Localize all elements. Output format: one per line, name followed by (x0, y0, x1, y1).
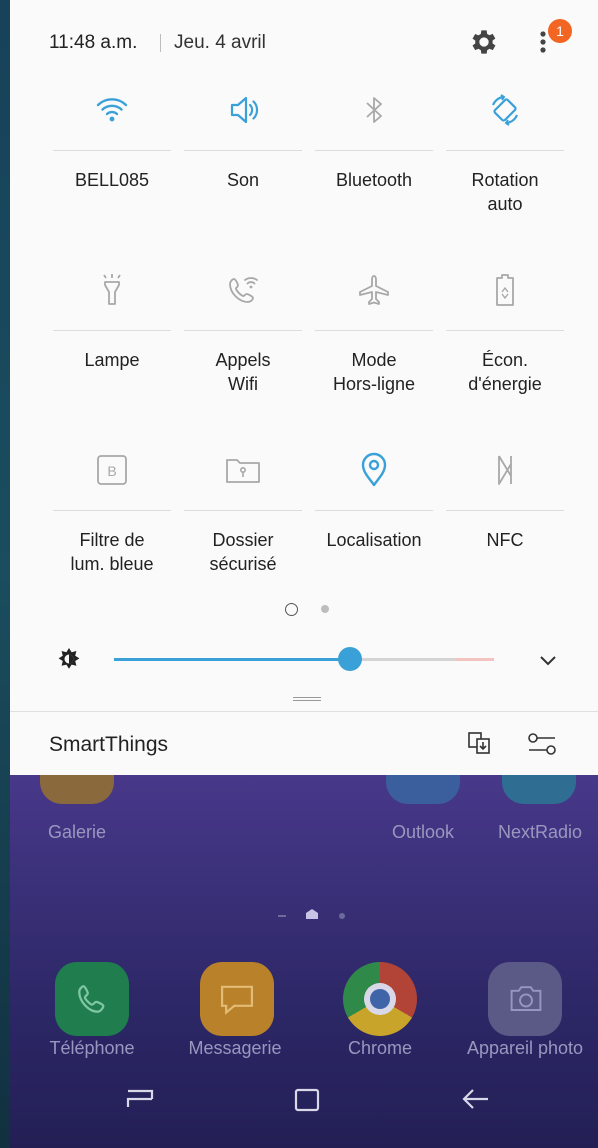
app-label: Galerie (47, 822, 107, 842)
secure-folder-icon (226, 459, 260, 483)
row3-divider-nfc (446, 510, 564, 511)
tile-power-saving[interactable]: Écon. d'énergie (444, 270, 566, 450)
tile-label: Localisation (326, 530, 422, 550)
tile-label: Rotation auto (471, 170, 539, 214)
brightness-icon (58, 648, 80, 669)
home-page-indicator (278, 909, 345, 919)
back-button[interactable] (462, 1089, 488, 1109)
flashlight-icon (103, 274, 121, 305)
app-appareil-photo[interactable]: Appareil photo (450, 962, 598, 1072)
app-label: NextRadio (497, 822, 583, 842)
wifi-icon (96, 98, 128, 122)
tile-divider (446, 150, 564, 151)
navigation-bar (126, 1088, 488, 1112)
screen-edge (0, 0, 10, 1148)
message-glyph-icon (220, 985, 254, 1015)
recents-button[interactable] (126, 1089, 154, 1107)
tile-wifi-calling[interactable]: Appels Wifi (182, 270, 304, 450)
smartthings-label[interactable]: SmartThings (49, 733, 168, 757)
tile-label: Dossier sécurisé (209, 530, 277, 574)
app-nextradio[interactable]: NextRadio (465, 760, 598, 860)
app-label: Messagerie (188, 1038, 282, 1058)
location-icon (361, 452, 387, 487)
brightness-slider[interactable] (114, 647, 494, 671)
tile-airplane-mode[interactable]: Mode Hors-ligne (313, 270, 435, 450)
airplane-icon (359, 275, 389, 305)
app-messagerie[interactable]: Messagerie (160, 962, 310, 1072)
app-label: Appareil photo (466, 1038, 584, 1058)
tile-label: Appels Wifi (215, 350, 271, 394)
gear-icon[interactable] (468, 26, 500, 58)
chevron-down-icon[interactable] (536, 648, 560, 672)
phone-glyph-icon (78, 985, 105, 1013)
panel-header: 11:48 a.m. Jeu. 4 avril 1 (10, 19, 598, 62)
panel-page-indicator[interactable] (10, 598, 598, 618)
tile-auto-rotate[interactable]: Rotation auto (444, 90, 566, 270)
tile-divider (184, 330, 302, 331)
home-button[interactable] (294, 1088, 320, 1112)
tile-divider (184, 510, 302, 511)
slider-fill (114, 658, 350, 661)
tile-divider (315, 330, 433, 331)
drag-handle[interactable] (293, 697, 321, 701)
tile-label: Filtre de lum. bleue (70, 530, 154, 574)
tile-sound[interactable]: Son (182, 90, 304, 270)
tile-label: BELL085 (74, 170, 150, 190)
page-dot-active (285, 603, 298, 616)
device-sync-icon[interactable] (466, 730, 494, 758)
header-divider (160, 34, 161, 52)
tile-divider (315, 150, 433, 151)
app-chrome[interactable]: Chrome (305, 962, 455, 1072)
tile-label: Son (226, 170, 260, 190)
device-settings-icon[interactable] (526, 730, 558, 758)
tile-label: Bluetooth (335, 170, 413, 190)
tile-bluetooth[interactable]: Bluetooth (313, 90, 435, 270)
clock: 11:48 a.m. (49, 32, 138, 53)
app-label: Chrome (347, 1038, 413, 1058)
blue-light-filter-icon: B (97, 455, 127, 485)
auto-rotate-icon (491, 94, 519, 126)
slider-thumb[interactable] (337, 647, 362, 671)
tile-divider (53, 510, 171, 511)
tile-label: NFC (486, 530, 524, 550)
date: Jeu. 4 avril (174, 32, 266, 53)
svg-text:B: B (107, 463, 116, 479)
brightness-row (10, 640, 598, 680)
panel-divider (10, 711, 598, 712)
notification-badge: 1 (548, 19, 572, 43)
tile-label: Écon. d'énergie (468, 350, 542, 394)
sound-icon (230, 96, 259, 124)
slider-track-end (456, 658, 494, 661)
app-telephone[interactable]: Téléphone (15, 962, 165, 1072)
app-label: Téléphone (49, 1038, 135, 1058)
tile-label: Lampe (84, 350, 140, 370)
nfc-icon (498, 455, 512, 485)
tile-divider (446, 330, 564, 331)
phone-screen: Galerie Outlook NextRadio Téléphone Mess… (10, 0, 598, 1148)
camera-glyph-icon (510, 986, 542, 1011)
tile-divider (53, 330, 171, 331)
wifi-calling-icon (229, 277, 258, 303)
power-saving-icon (496, 274, 514, 306)
quick-settings-panel: 11:48 a.m. Jeu. 4 avril 1 BELL085 Son Bl… (10, 0, 598, 775)
tile-wifi[interactable]: BELL085 (51, 90, 173, 270)
tile-divider (184, 150, 302, 151)
app-galerie[interactable]: Galerie (10, 760, 160, 860)
page-dot (321, 605, 329, 613)
tile-label: Mode Hors-ligne (332, 350, 416, 394)
bluetooth-icon (366, 97, 382, 123)
tile-divider (53, 150, 171, 151)
tile-flashlight[interactable]: Lampe (51, 270, 173, 450)
tile-divider (315, 510, 433, 511)
